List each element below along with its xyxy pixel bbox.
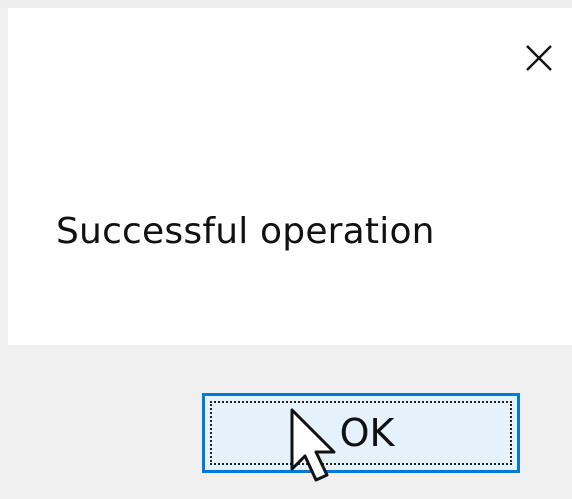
ok-button-label: OK (339, 411, 395, 455)
message-dialog: Successful operation OK (0, 0, 572, 499)
ok-button[interactable]: OK (202, 393, 520, 473)
dialog-top-border (0, 0, 572, 8)
close-icon (526, 45, 552, 71)
dialog-content-area: Successful operation (8, 8, 572, 345)
close-button[interactable] (515, 34, 563, 82)
dialog-message: Successful operation (56, 211, 435, 252)
